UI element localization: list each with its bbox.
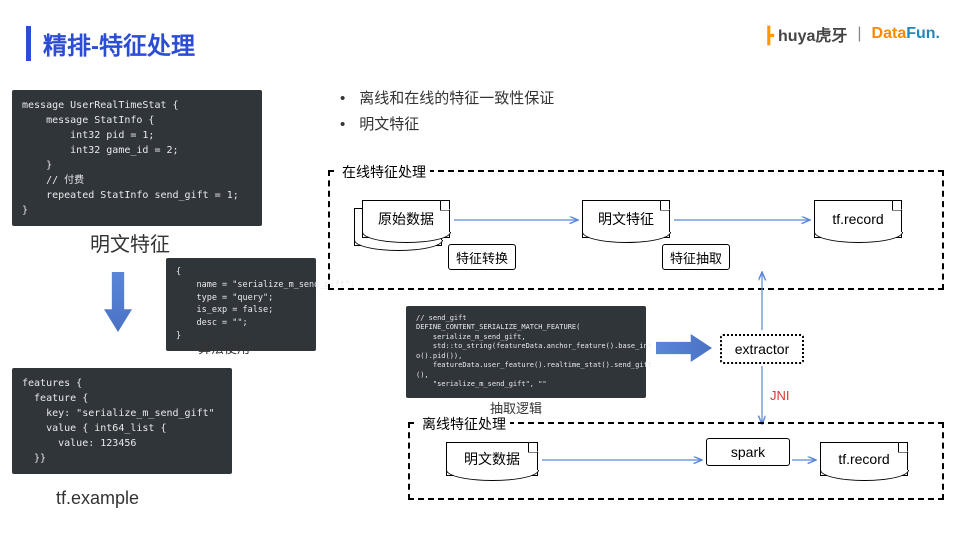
code-extract-logic: // send_gift DEFINE_CONTENT_SERIALIZE_MA… bbox=[406, 306, 646, 398]
node-extract: 特征抽取 bbox=[662, 244, 730, 270]
label-tfexample: tf.example bbox=[56, 488, 139, 509]
arrow-right-icon bbox=[656, 334, 712, 362]
code-config: { name = "serialize_m_send_gift"; type =… bbox=[166, 258, 316, 351]
datafun-logo: DataFun. bbox=[872, 25, 940, 43]
doc-plain-offline: 明文数据 bbox=[446, 442, 538, 476]
doc-tfrecord-online: tf.record bbox=[814, 200, 902, 238]
offline-title: 离线特征处理 bbox=[418, 414, 510, 434]
bullet-item: 明文特征 bbox=[340, 112, 554, 138]
doc-plaintext: 明文特征 bbox=[582, 200, 670, 238]
node-transform: 特征转换 bbox=[448, 244, 516, 270]
bullet-list: 离线和在线的特征一致性保证 明文特征 bbox=[340, 86, 554, 137]
code-features: features { feature { key: "serialize_m_s… bbox=[12, 368, 232, 474]
online-box: 在线特征处理 原始数据 特征转换 明文特征 特征抽取 tf.record bbox=[328, 170, 944, 290]
doc-raw: 原始数据 bbox=[362, 200, 450, 238]
node-extractor: extractor bbox=[720, 334, 804, 364]
page-title: 精排-特征处理 bbox=[26, 26, 195, 61]
code-proto: message UserRealTimeStat { message StatI… bbox=[12, 90, 262, 226]
huya-logo: ┣ huya虎牙 bbox=[764, 22, 847, 46]
offline-box: 离线特征处理 明文数据 spark tf.record bbox=[408, 422, 944, 500]
node-spark: spark bbox=[706, 438, 790, 466]
doc-tfrecord-offline: tf.record bbox=[820, 442, 908, 476]
online-title: 在线特征处理 bbox=[338, 162, 430, 182]
label-algo-use: 算法使用 bbox=[198, 338, 250, 357]
label-jni: JNI bbox=[770, 388, 790, 403]
bullet-item: 离线和在线的特征一致性保证 bbox=[340, 86, 554, 112]
logo-bar: ┣ huya虎牙 | DataFun. bbox=[764, 22, 940, 46]
label-plaintext-feature: 明文特征 bbox=[60, 228, 200, 257]
logo-sep: | bbox=[857, 25, 861, 43]
arrow-down-icon bbox=[104, 272, 132, 332]
